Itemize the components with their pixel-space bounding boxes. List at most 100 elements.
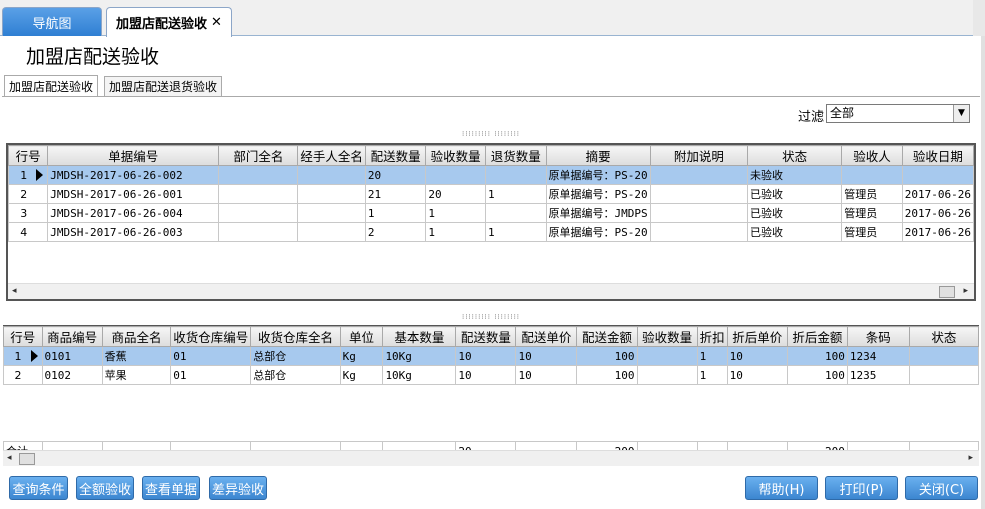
- table-cell[interactable]: 总部仓: [250, 365, 341, 385]
- filter-select[interactable]: 全部 ▼: [826, 104, 970, 123]
- column-header[interactable]: 折扣: [696, 326, 728, 347]
- scroll-left-icon[interactable]: ◂: [7, 453, 12, 463]
- table-cell[interactable]: 已验收: [747, 203, 843, 223]
- table-cell[interactable]: 21: [364, 184, 427, 204]
- query-conditions-button[interactable]: 查询条件: [9, 476, 68, 500]
- table-cell[interactable]: 已验收: [747, 184, 843, 204]
- table-cell[interactable]: [484, 203, 547, 223]
- column-header[interactable]: 商品全名: [101, 326, 172, 347]
- column-header[interactable]: 收货仓库全名: [250, 326, 341, 347]
- table-cell[interactable]: 10: [455, 365, 517, 385]
- table-cell[interactable]: 10Kg: [382, 346, 457, 366]
- column-header[interactable]: 部门全名: [218, 145, 299, 166]
- table-cell[interactable]: 100: [576, 346, 638, 366]
- table-cell[interactable]: [218, 222, 299, 242]
- table-cell[interactable]: 10: [515, 346, 578, 366]
- table-cell[interactable]: JMDSH-2017-06-26-004: [47, 203, 220, 223]
- table-cell[interactable]: Kg: [339, 365, 384, 385]
- table-cell[interactable]: 苹果: [101, 365, 172, 385]
- table-cell[interactable]: 10: [515, 365, 578, 385]
- table-cell[interactable]: [636, 365, 698, 385]
- table-cell[interactable]: 10: [726, 365, 788, 385]
- subtab-return-acceptance[interactable]: 加盟店配送退货验收: [104, 76, 223, 96]
- column-header[interactable]: 配送数量: [455, 326, 517, 347]
- table-cell[interactable]: 2: [8, 184, 49, 204]
- column-header[interactable]: 条码: [846, 326, 910, 347]
- table-cell[interactable]: [297, 222, 366, 242]
- table-cell[interactable]: 1: [696, 346, 728, 366]
- table-cell[interactable]: 1: [696, 365, 728, 385]
- column-header[interactable]: 摘要: [545, 145, 651, 166]
- column-header[interactable]: 收货仓库编号: [170, 326, 252, 347]
- table-cell[interactable]: 10: [726, 346, 788, 366]
- table-cell[interactable]: 管理员: [841, 184, 903, 204]
- tab-franchise-delivery-acceptance[interactable]: 加盟店配送验收 ✕: [106, 7, 232, 37]
- table-cell[interactable]: [649, 203, 749, 223]
- column-header[interactable]: 配送数量: [364, 145, 427, 166]
- table-cell[interactable]: 2: [3, 365, 43, 385]
- table-cell[interactable]: [484, 165, 547, 185]
- table-cell[interactable]: 01: [170, 365, 252, 385]
- table-cell[interactable]: 10Kg: [382, 365, 457, 385]
- column-header[interactable]: 折后单价: [726, 326, 788, 347]
- table-cell[interactable]: 已验收: [747, 222, 843, 242]
- table-cell[interactable]: 1234: [846, 346, 910, 366]
- table-cell[interactable]: 原单据编号：PS-20: [545, 222, 651, 242]
- subtab-delivery-acceptance[interactable]: 加盟店配送验收: [4, 75, 99, 96]
- column-header[interactable]: 行号: [8, 145, 49, 166]
- full-accept-button[interactable]: 全额验收: [76, 476, 134, 500]
- help-button[interactable]: 帮助(H): [745, 476, 818, 500]
- table-cell[interactable]: Kg: [339, 346, 384, 366]
- scroll-right-icon[interactable]: ▸: [963, 286, 968, 296]
- view-document-button[interactable]: 查看单据: [142, 476, 200, 500]
- table-cell[interactable]: 20: [364, 165, 427, 185]
- table-cell[interactable]: 香蕉: [101, 346, 172, 366]
- column-header[interactable]: 状态: [908, 326, 979, 347]
- table-row[interactable]: 2 JMDSH-2017-06-26-001 21 20 1 原单据编号：PS-20 已验收…: [8, 184, 974, 204]
- table-cell[interactable]: 1: [425, 222, 486, 242]
- table-row[interactable]: 3 JMDSH-2017-06-26-004 1 1 原单据编号：JMDPS 已验收 管理员…: [8, 203, 974, 223]
- scroll-right-icon[interactable]: ▸: [968, 453, 973, 463]
- column-header[interactable]: 商品编号: [41, 326, 103, 347]
- column-header[interactable]: 配送单价: [515, 326, 578, 347]
- table-cell[interactable]: 原单据编号：PS-20: [545, 165, 651, 185]
- column-header[interactable]: 配送金额: [576, 326, 638, 347]
- column-header[interactable]: 验收数量: [425, 145, 486, 166]
- table-cell[interactable]: 10: [455, 346, 517, 366]
- table-cell[interactable]: 原单据编号：JMDPS: [545, 203, 651, 223]
- table-cell[interactable]: 1: [484, 222, 547, 242]
- column-header[interactable]: 经手人全名: [297, 145, 366, 166]
- table-cell[interactable]: 100: [576, 365, 638, 385]
- column-header[interactable]: 单据编号: [47, 145, 220, 166]
- table-cell[interactable]: [297, 184, 366, 204]
- table-cell[interactable]: [908, 365, 979, 385]
- table-cell[interactable]: 未验收: [747, 165, 843, 185]
- horizontal-scrollbar[interactable]: ◂ ▸: [3, 450, 979, 466]
- table-cell[interactable]: JMDSH-2017-06-26-001: [47, 184, 220, 204]
- table-cell[interactable]: 4: [8, 222, 49, 242]
- table-cell[interactable]: [218, 203, 299, 223]
- table-cell[interactable]: 0101: [41, 346, 103, 366]
- table-cell[interactable]: [218, 184, 299, 204]
- vertical-scrollbar[interactable]: [981, 36, 985, 509]
- table-cell[interactable]: 1: [3, 346, 43, 366]
- table-cell[interactable]: 原单据编号：PS-20: [545, 184, 651, 204]
- tab-navigation[interactable]: 导航图: [2, 7, 102, 36]
- column-header[interactable]: 折后金额: [786, 326, 848, 347]
- table-cell[interactable]: [649, 165, 749, 185]
- column-header[interactable]: 行号: [3, 326, 43, 347]
- table-cell[interactable]: [425, 165, 486, 185]
- close-tab-icon[interactable]: ✕: [211, 15, 222, 30]
- close-button[interactable]: 关闭(C): [905, 476, 978, 500]
- table-cell[interactable]: [218, 165, 299, 185]
- column-header[interactable]: 基本数量: [382, 326, 457, 347]
- table-cell[interactable]: 2: [364, 222, 427, 242]
- column-header[interactable]: 验收数量: [636, 326, 698, 347]
- table-cell[interactable]: 1: [484, 184, 547, 204]
- column-header[interactable]: 单位: [339, 326, 384, 347]
- table-cell[interactable]: 2017-06-26: [901, 203, 974, 223]
- scroll-thumb[interactable]: [19, 453, 35, 465]
- table-cell[interactable]: [841, 165, 903, 185]
- table-cell[interactable]: JMDSH-2017-06-26-002: [47, 165, 220, 185]
- table-cell[interactable]: 1235: [846, 365, 910, 385]
